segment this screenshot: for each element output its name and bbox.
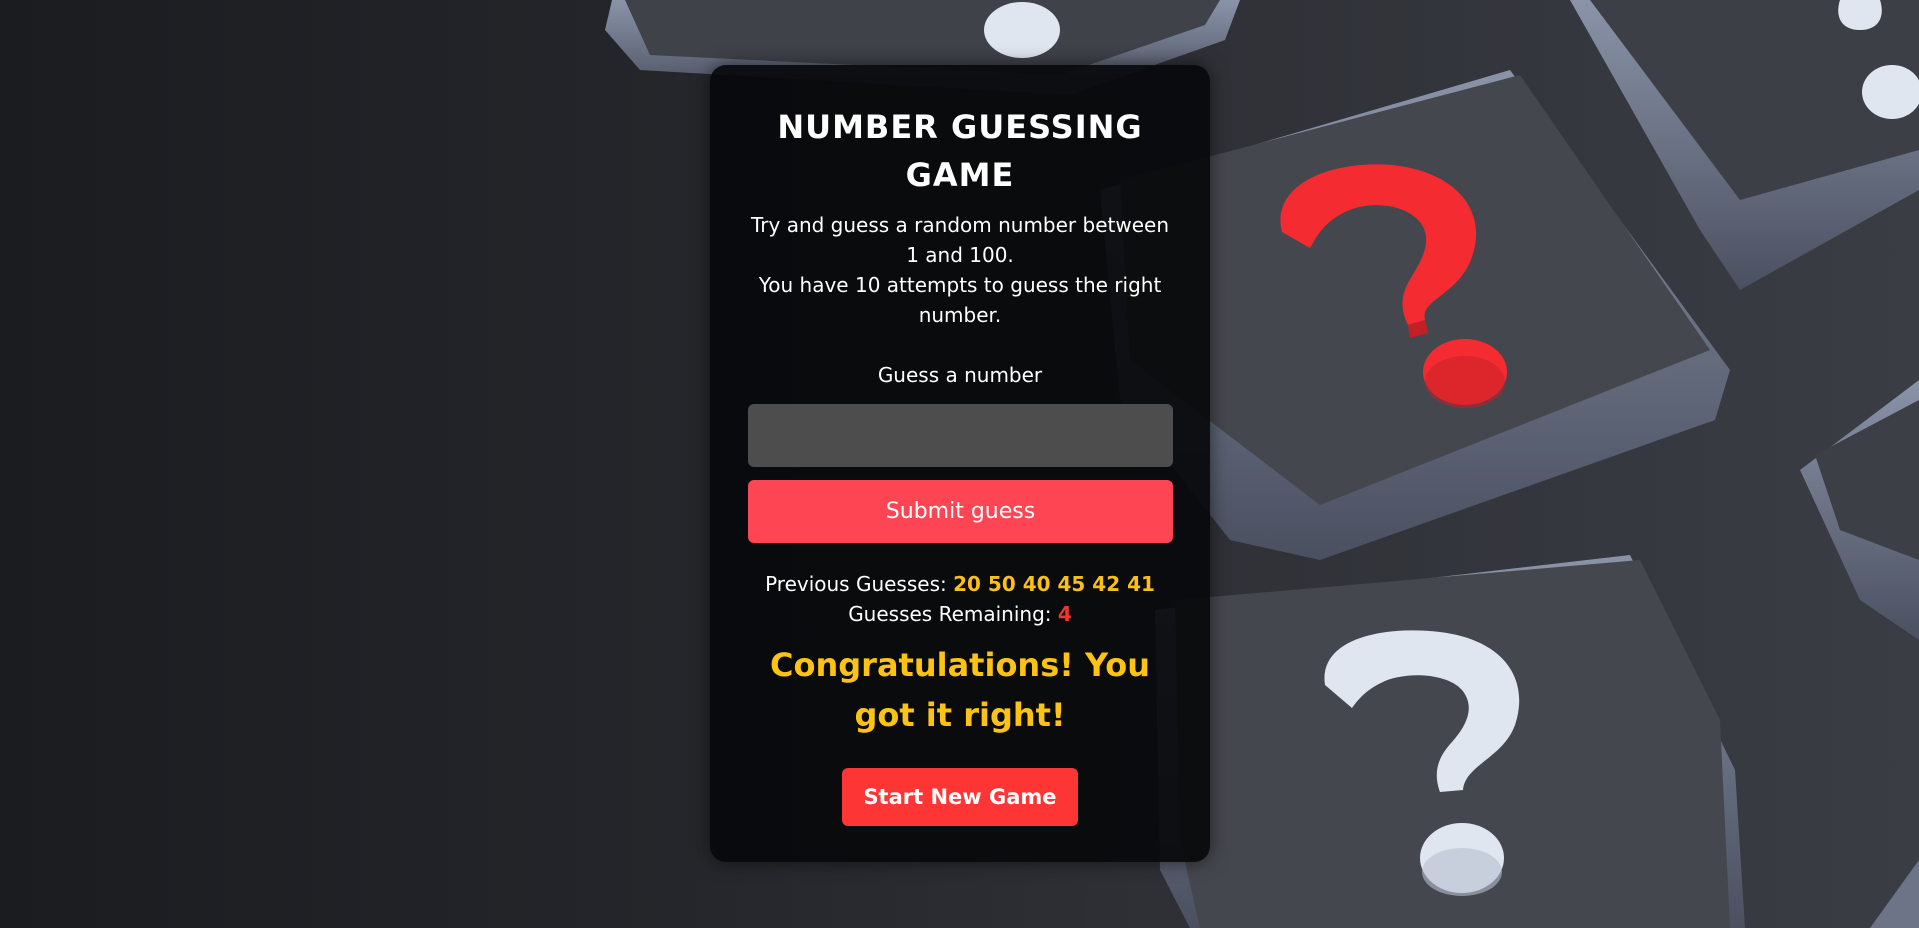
question-mark-dot-icon	[984, 2, 1060, 58]
game-screen: NUMBER GUESSING GAME Try and guess a ran…	[0, 0, 1919, 928]
game-title: NUMBER GUESSING GAME	[777, 108, 1143, 194]
previous-guesses-values: 20 50 40 45 42 41	[953, 572, 1155, 596]
guesses-remaining-label: Guesses Remaining:	[848, 602, 1052, 626]
guess-input[interactable]	[748, 404, 1173, 467]
start-new-game-button[interactable]: Start New Game	[842, 768, 1078, 826]
game-card: NUMBER GUESSING GAME Try and guess a ran…	[710, 65, 1210, 862]
instructions-attempts: You have 10 attempts to guess the right …	[758, 273, 1162, 327]
result-message: Congratulations! You got it right!	[770, 646, 1150, 734]
guesses-remaining: Guesses Remaining: 4	[710, 599, 1210, 629]
instructions-range: Try and guess a random number between 1 …	[751, 213, 1169, 267]
previous-guesses: Previous Guesses: 20 50 40 45 42 41	[710, 569, 1210, 599]
question-mark-tile-right	[1800, 380, 1919, 640]
previous-guesses-label: Previous Guesses:	[765, 572, 947, 596]
submit-guess-button[interactable]: Submit guess	[748, 480, 1173, 543]
guesses-remaining-count: 4	[1057, 602, 1072, 626]
game-instructions: Try and guess a random number between 1 …	[745, 210, 1175, 330]
guess-label: Guess a number	[877, 363, 1043, 387]
question-mark-tile-white	[1155, 555, 1745, 928]
